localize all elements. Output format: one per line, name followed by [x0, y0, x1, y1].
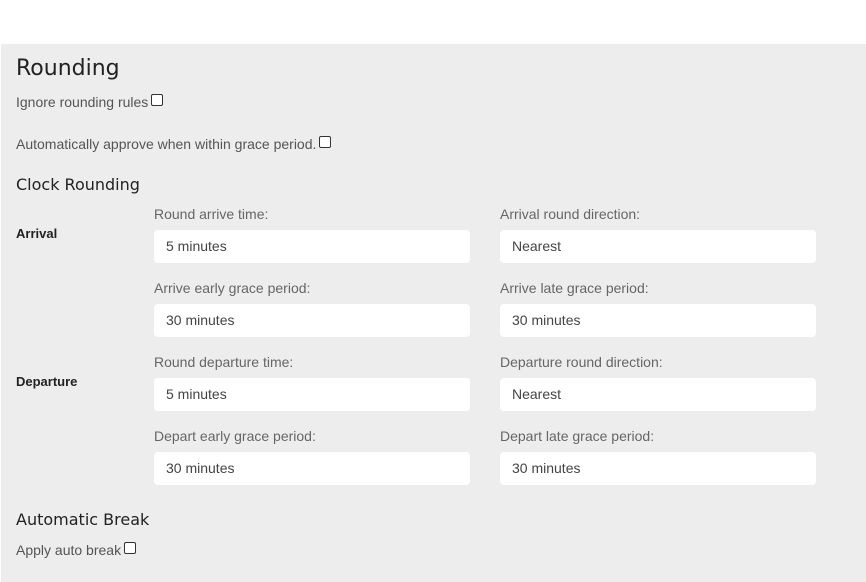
depart-late-grace-field: Depart late grace period: 30 minutes	[500, 428, 816, 485]
departure-group-label: Departure	[16, 374, 78, 389]
apply-auto-break-checkbox[interactable]	[124, 542, 137, 554]
auto-approve-row: Automatically approve when within grace …	[16, 136, 332, 152]
arrival-round-direction-select[interactable]: Nearest	[500, 230, 816, 263]
arrive-late-grace-select[interactable]: 30 minutes	[500, 304, 816, 337]
depart-late-grace-label: Depart late grace period:	[500, 428, 655, 444]
clock-rounding-heading: Clock Rounding	[16, 175, 140, 194]
apply-auto-break-row: Apply auto break	[16, 542, 137, 558]
rounding-heading: Rounding	[16, 56, 120, 81]
auto-approve-checkbox[interactable]	[319, 136, 332, 148]
apply-auto-break-label: Apply auto break	[16, 542, 122, 558]
depart-early-grace-select[interactable]: 30 minutes	[154, 452, 470, 485]
round-arrive-time-select[interactable]: 5 minutes	[154, 230, 470, 263]
round-arrive-time-label: Round arrive time:	[154, 206, 269, 222]
departure-round-direction-field: Departure round direction: Nearest	[500, 354, 816, 411]
arrival-round-direction-label: Arrival round direction:	[500, 206, 641, 222]
round-departure-time-label: Round departure time:	[154, 354, 294, 370]
depart-late-grace-select[interactable]: 30 minutes	[500, 452, 816, 485]
arrive-early-grace-select[interactable]: 30 minutes	[154, 304, 470, 337]
arrival-group-label: Arrival	[16, 226, 58, 241]
ignore-rounding-row: Ignore rounding rules	[16, 94, 164, 110]
departure-round-direction-select[interactable]: Nearest	[500, 378, 816, 411]
automatic-break-heading: Automatic Break	[16, 510, 150, 529]
depart-early-grace-label: Depart early grace period:	[154, 428, 316, 444]
departure-round-direction-label: Departure round direction:	[500, 354, 663, 370]
ignore-rounding-checkbox[interactable]	[151, 94, 164, 106]
ignore-rounding-label: Ignore rounding rules	[16, 94, 149, 110]
round-departure-time-select[interactable]: 5 minutes	[154, 378, 470, 411]
round-arrive-time-field: Round arrive time: 5 minutes	[154, 206, 470, 263]
rounding-settings-panel: Rounding Ignore rounding rules Automatic…	[1, 44, 866, 582]
round-departure-time-field: Round departure time: 5 minutes	[154, 354, 470, 411]
arrive-late-grace-field: Arrive late grace period: 30 minutes	[500, 280, 816, 337]
arrive-early-grace-label: Arrive early grace period:	[154, 280, 311, 296]
auto-approve-label: Automatically approve when within grace …	[16, 136, 317, 152]
arrive-late-grace-label: Arrive late grace period:	[500, 280, 649, 296]
arrive-early-grace-field: Arrive early grace period: 30 minutes	[154, 280, 470, 337]
depart-early-grace-field: Depart early grace period: 30 minutes	[154, 428, 470, 485]
arrival-round-direction-field: Arrival round direction: Nearest	[500, 206, 816, 263]
